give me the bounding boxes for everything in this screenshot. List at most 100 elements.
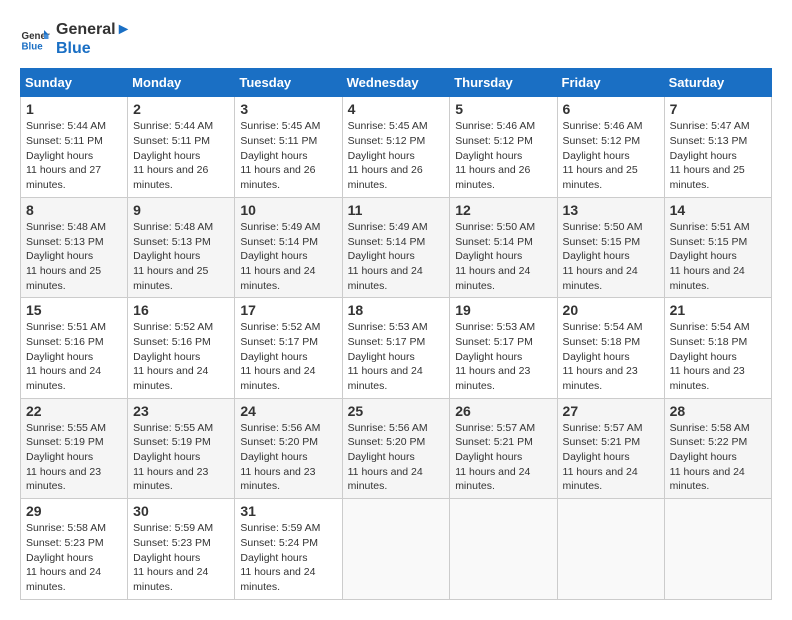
day-info: Sunrise: 5:52 AM Sunset: 5:16 PM Dayligh… — [133, 320, 229, 393]
calendar-cell — [664, 499, 771, 599]
day-number: 15 — [26, 302, 122, 318]
day-number: 6 — [563, 101, 659, 117]
day-info: Sunrise: 5:49 AM Sunset: 5:14 PM Dayligh… — [348, 220, 445, 293]
day-number: 16 — [133, 302, 229, 318]
calendar-cell — [557, 499, 664, 599]
calendar-cell: 30 Sunrise: 5:59 AM Sunset: 5:23 PM Dayl… — [128, 499, 235, 599]
calendar-cell: 10 Sunrise: 5:49 AM Sunset: 5:14 PM Dayl… — [235, 197, 342, 297]
day-info: Sunrise: 5:59 AM Sunset: 5:24 PM Dayligh… — [240, 521, 336, 594]
calendar-cell: 17 Sunrise: 5:52 AM Sunset: 5:17 PM Dayl… — [235, 298, 342, 398]
calendar-cell: 25 Sunrise: 5:56 AM Sunset: 5:20 PM Dayl… — [342, 398, 450, 498]
day-number: 21 — [670, 302, 766, 318]
logo-subtext: Blue — [56, 39, 131, 58]
day-info: Sunrise: 5:55 AM Sunset: 5:19 PM Dayligh… — [26, 421, 122, 494]
calendar-cell: 20 Sunrise: 5:54 AM Sunset: 5:18 PM Dayl… — [557, 298, 664, 398]
calendar-cell: 11 Sunrise: 5:49 AM Sunset: 5:14 PM Dayl… — [342, 197, 450, 297]
calendar-cell: 15 Sunrise: 5:51 AM Sunset: 5:16 PM Dayl… — [21, 298, 128, 398]
day-info: Sunrise: 5:52 AM Sunset: 5:17 PM Dayligh… — [240, 320, 336, 393]
day-number: 18 — [348, 302, 445, 318]
day-info: Sunrise: 5:51 AM Sunset: 5:15 PM Dayligh… — [670, 220, 766, 293]
day-number: 4 — [348, 101, 445, 117]
calendar-cell: 7 Sunrise: 5:47 AM Sunset: 5:13 PM Dayli… — [664, 97, 771, 197]
calendar-cell: 13 Sunrise: 5:50 AM Sunset: 5:15 PM Dayl… — [557, 197, 664, 297]
day-info: Sunrise: 5:57 AM Sunset: 5:21 PM Dayligh… — [563, 421, 659, 494]
day-info: Sunrise: 5:53 AM Sunset: 5:17 PM Dayligh… — [455, 320, 551, 393]
day-number: 7 — [670, 101, 766, 117]
calendar-cell: 27 Sunrise: 5:57 AM Sunset: 5:21 PM Dayl… — [557, 398, 664, 498]
page-header: General Blue General► Blue — [20, 20, 772, 58]
calendar-cell: 29 Sunrise: 5:58 AM Sunset: 5:23 PM Dayl… — [21, 499, 128, 599]
day-number: 19 — [455, 302, 551, 318]
calendar-table: SundayMondayTuesdayWednesdayThursdayFrid… — [20, 68, 772, 599]
day-number: 11 — [348, 202, 445, 218]
day-info: Sunrise: 5:50 AM Sunset: 5:15 PM Dayligh… — [563, 220, 659, 293]
day-info: Sunrise: 5:56 AM Sunset: 5:20 PM Dayligh… — [240, 421, 336, 494]
day-number: 9 — [133, 202, 229, 218]
calendar-cell: 22 Sunrise: 5:55 AM Sunset: 5:19 PM Dayl… — [21, 398, 128, 498]
day-info: Sunrise: 5:57 AM Sunset: 5:21 PM Dayligh… — [455, 421, 551, 494]
logo-icon: General Blue — [20, 24, 50, 54]
day-number: 1 — [26, 101, 122, 117]
day-info: Sunrise: 5:58 AM Sunset: 5:23 PM Dayligh… — [26, 521, 122, 594]
calendar-week-1: 1 Sunrise: 5:44 AM Sunset: 5:11 PM Dayli… — [21, 97, 772, 197]
day-number: 2 — [133, 101, 229, 117]
day-header-wednesday: Wednesday — [342, 69, 450, 97]
day-info: Sunrise: 5:53 AM Sunset: 5:17 PM Dayligh… — [348, 320, 445, 393]
day-info: Sunrise: 5:50 AM Sunset: 5:14 PM Dayligh… — [455, 220, 551, 293]
calendar-cell: 24 Sunrise: 5:56 AM Sunset: 5:20 PM Dayl… — [235, 398, 342, 498]
day-number: 20 — [563, 302, 659, 318]
day-header-saturday: Saturday — [664, 69, 771, 97]
day-info: Sunrise: 5:56 AM Sunset: 5:20 PM Dayligh… — [348, 421, 445, 494]
day-info: Sunrise: 5:44 AM Sunset: 5:11 PM Dayligh… — [133, 119, 229, 192]
calendar-cell: 28 Sunrise: 5:58 AM Sunset: 5:22 PM Dayl… — [664, 398, 771, 498]
calendar-cell: 18 Sunrise: 5:53 AM Sunset: 5:17 PM Dayl… — [342, 298, 450, 398]
day-number: 29 — [26, 503, 122, 519]
day-info: Sunrise: 5:45 AM Sunset: 5:12 PM Dayligh… — [348, 119, 445, 192]
calendar-header-row: SundayMondayTuesdayWednesdayThursdayFrid… — [21, 69, 772, 97]
calendar-week-4: 22 Sunrise: 5:55 AM Sunset: 5:19 PM Dayl… — [21, 398, 772, 498]
day-number: 12 — [455, 202, 551, 218]
day-info: Sunrise: 5:49 AM Sunset: 5:14 PM Dayligh… — [240, 220, 336, 293]
calendar-cell: 6 Sunrise: 5:46 AM Sunset: 5:12 PM Dayli… — [557, 97, 664, 197]
calendar-cell: 2 Sunrise: 5:44 AM Sunset: 5:11 PM Dayli… — [128, 97, 235, 197]
calendar-cell: 26 Sunrise: 5:57 AM Sunset: 5:21 PM Dayl… — [450, 398, 557, 498]
day-number: 14 — [670, 202, 766, 218]
day-info: Sunrise: 5:58 AM Sunset: 5:22 PM Dayligh… — [670, 421, 766, 494]
calendar-cell: 31 Sunrise: 5:59 AM Sunset: 5:24 PM Dayl… — [235, 499, 342, 599]
day-header-tuesday: Tuesday — [235, 69, 342, 97]
day-header-sunday: Sunday — [21, 69, 128, 97]
day-number: 13 — [563, 202, 659, 218]
day-info: Sunrise: 5:46 AM Sunset: 5:12 PM Dayligh… — [563, 119, 659, 192]
day-info: Sunrise: 5:46 AM Sunset: 5:12 PM Dayligh… — [455, 119, 551, 192]
calendar-cell: 9 Sunrise: 5:48 AM Sunset: 5:13 PM Dayli… — [128, 197, 235, 297]
day-info: Sunrise: 5:59 AM Sunset: 5:23 PM Dayligh… — [133, 521, 229, 594]
calendar-cell: 14 Sunrise: 5:51 AM Sunset: 5:15 PM Dayl… — [664, 197, 771, 297]
day-number: 25 — [348, 403, 445, 419]
day-number: 24 — [240, 403, 336, 419]
calendar-week-3: 15 Sunrise: 5:51 AM Sunset: 5:16 PM Dayl… — [21, 298, 772, 398]
day-info: Sunrise: 5:54 AM Sunset: 5:18 PM Dayligh… — [670, 320, 766, 393]
day-header-monday: Monday — [128, 69, 235, 97]
calendar-cell: 5 Sunrise: 5:46 AM Sunset: 5:12 PM Dayli… — [450, 97, 557, 197]
day-number: 30 — [133, 503, 229, 519]
calendar-cell — [342, 499, 450, 599]
day-header-friday: Friday — [557, 69, 664, 97]
day-number: 27 — [563, 403, 659, 419]
calendar-cell: 1 Sunrise: 5:44 AM Sunset: 5:11 PM Dayli… — [21, 97, 128, 197]
calendar-week-2: 8 Sunrise: 5:48 AM Sunset: 5:13 PM Dayli… — [21, 197, 772, 297]
day-header-thursday: Thursday — [450, 69, 557, 97]
calendar-cell: 23 Sunrise: 5:55 AM Sunset: 5:19 PM Dayl… — [128, 398, 235, 498]
day-number: 31 — [240, 503, 336, 519]
day-number: 3 — [240, 101, 336, 117]
day-number: 22 — [26, 403, 122, 419]
day-number: 23 — [133, 403, 229, 419]
day-number: 5 — [455, 101, 551, 117]
calendar-cell — [450, 499, 557, 599]
day-number: 17 — [240, 302, 336, 318]
day-number: 28 — [670, 403, 766, 419]
calendar-cell: 12 Sunrise: 5:50 AM Sunset: 5:14 PM Dayl… — [450, 197, 557, 297]
day-info: Sunrise: 5:48 AM Sunset: 5:13 PM Dayligh… — [133, 220, 229, 293]
day-number: 10 — [240, 202, 336, 218]
day-info: Sunrise: 5:47 AM Sunset: 5:13 PM Dayligh… — [670, 119, 766, 192]
logo: General Blue General► Blue — [20, 20, 131, 58]
